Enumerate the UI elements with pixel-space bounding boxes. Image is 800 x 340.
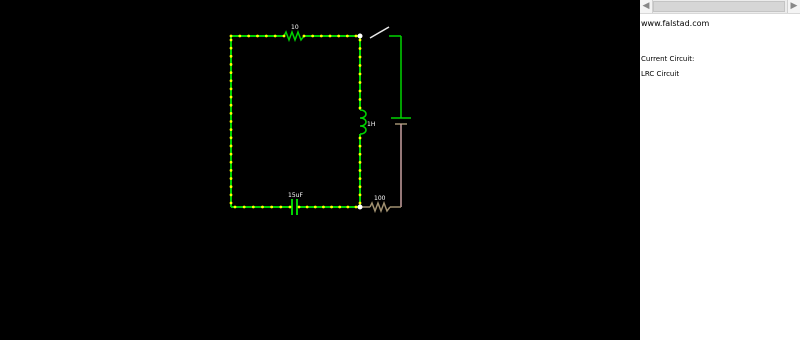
inductor[interactable] <box>359 109 367 135</box>
site-url-link[interactable]: www.falstad.com <box>641 19 709 28</box>
current-dot <box>302 34 306 38</box>
current-dot <box>229 79 233 83</box>
current-dot <box>322 205 325 209</box>
current-dot <box>229 144 233 148</box>
resistor-bottom-label: 100 <box>374 195 386 202</box>
switch[interactable] <box>369 26 390 39</box>
current-dot <box>354 205 358 209</box>
current-dot <box>229 185 233 189</box>
current-dot <box>358 136 362 140</box>
capacitor-label: 15uF <box>288 192 303 199</box>
current-dot <box>229 177 233 180</box>
current-dot <box>330 205 333 209</box>
current-dot <box>247 34 251 38</box>
current-dot <box>297 205 301 209</box>
current-dot <box>229 201 233 205</box>
current-dot <box>242 205 246 209</box>
resistor-top-label: 10 <box>291 24 299 31</box>
current-dot <box>358 169 362 172</box>
current-dot <box>279 205 283 209</box>
current-dot <box>229 63 233 66</box>
current-dot <box>358 144 362 148</box>
current-dot <box>319 34 323 38</box>
resistor-bottom[interactable] <box>369 200 391 214</box>
current-dot <box>229 111 233 115</box>
current-circuit-label: Current Circuit: <box>641 55 695 63</box>
current-dot <box>229 103 233 107</box>
scrollbar-thumb[interactable] <box>653 1 785 12</box>
current-dot <box>358 55 362 59</box>
current-dot <box>338 205 342 209</box>
circuit-diagram[interactable]: 10 1H 15uF 100 <box>0 0 640 340</box>
current-dot <box>233 205 237 209</box>
current-dot <box>358 38 362 42</box>
circuit-name: LRC Circuit <box>641 70 680 78</box>
current-dot <box>358 81 362 84</box>
current-dot <box>238 34 242 38</box>
resistor-top[interactable] <box>283 29 305 43</box>
horizontal-scrollbar[interactable]: ◀ ▶ <box>640 0 800 14</box>
current-dot <box>358 72 362 76</box>
current-dot <box>354 34 358 38</box>
current-dot <box>358 177 362 181</box>
current-dot <box>229 46 233 50</box>
current-dot <box>251 205 255 209</box>
left-arrow-icon[interactable]: ◀ <box>640 0 653 13</box>
current-dot <box>282 34 286 38</box>
current-dot <box>345 34 349 38</box>
current-dot <box>229 95 233 99</box>
current-dot <box>261 205 264 209</box>
current-dot <box>358 47 362 50</box>
node-bottom-junction[interactable] <box>357 204 363 210</box>
current-dot <box>358 106 362 110</box>
current-dot <box>313 205 317 209</box>
current-dot <box>273 34 277 38</box>
current-dot <box>305 205 309 209</box>
current-dot <box>358 98 362 101</box>
current-dot <box>358 160 362 164</box>
current-dot <box>229 128 233 132</box>
current-dot <box>256 34 259 38</box>
current-dot <box>229 54 233 58</box>
current-dot <box>337 34 341 38</box>
current-dot <box>358 89 362 93</box>
current-dot <box>358 64 362 67</box>
right-arrow-icon[interactable]: ▶ <box>787 0 800 13</box>
circuit-canvas[interactable]: 10 1H 15uF 100 <box>0 0 640 340</box>
current-dot <box>229 169 233 172</box>
node-top-junction[interactable] <box>357 33 363 39</box>
inductor-label: 1H <box>367 121 375 128</box>
current-dot <box>229 34 233 38</box>
current-dot <box>346 205 350 209</box>
current-dot <box>229 193 233 197</box>
current-dot <box>358 152 362 156</box>
current-dot <box>229 152 233 156</box>
current-dot <box>229 136 233 140</box>
current-dot <box>264 34 268 38</box>
current-dot <box>358 193 362 197</box>
side-panel: ◀ ▶ www.falstad.com Current Circuit: LRC… <box>640 0 800 340</box>
current-dot <box>328 34 332 38</box>
current-dot <box>358 201 362 205</box>
current-dot <box>288 205 292 209</box>
current-dot <box>229 87 233 91</box>
current-dot <box>229 160 233 164</box>
current-dots <box>229 34 362 209</box>
current-dot <box>229 120 233 123</box>
current-dot <box>229 38 233 42</box>
current-dot <box>311 34 315 38</box>
current-dot <box>229 71 233 74</box>
current-dot <box>270 205 274 209</box>
current-dot <box>358 185 362 189</box>
